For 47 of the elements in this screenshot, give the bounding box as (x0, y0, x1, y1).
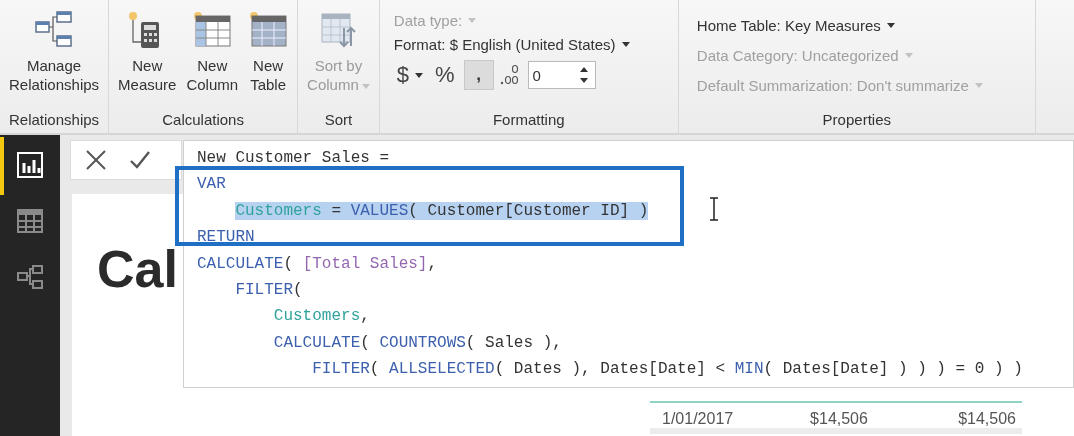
group-label: Sort (323, 111, 354, 130)
comma-button[interactable]: , (463, 60, 494, 90)
code-line: CALCULATE( COUNTROWS( Sales ), (272, 332, 562, 354)
diagram-icon (16, 263, 44, 291)
decimal-places-field[interactable]: 0 (527, 61, 596, 89)
new-column-icon (192, 10, 233, 50)
grid-icon (16, 207, 44, 235)
caret-icon (886, 23, 895, 28)
cancel-button[interactable] (85, 149, 107, 171)
caret-icon (621, 42, 630, 47)
ribbon-button[interactable]: New Column (183, 6, 242, 111)
relationship-diagram-icon (34, 10, 75, 50)
caret-icon (468, 18, 477, 23)
caret-icon (361, 83, 370, 89)
group-label: Formatting (491, 111, 566, 130)
spinner-arrows-icon[interactable] (578, 66, 589, 84)
checkmark-icon (129, 149, 151, 171)
group-label: Properties (821, 111, 892, 130)
new-table-icon (248, 10, 289, 50)
report-title: Cal (96, 239, 178, 299)
code-line: RETURN (197, 227, 255, 249)
ribbon-button[interactable]: New Measure (115, 6, 180, 111)
percent-button[interactable]: % (432, 62, 458, 88)
group-label: Relationships (8, 111, 101, 130)
group-label: Calculations (161, 111, 245, 130)
code-line: CALCULATE( [Total Sales], (197, 253, 438, 275)
table-cell-text: $14,506 (957, 410, 1016, 428)
ribbon-button[interactable]: Manage Relationships (6, 6, 103, 111)
caret-icon (415, 72, 424, 78)
currency-button[interactable]: $ (393, 62, 427, 88)
format-dropdown[interactable]: Format: $ English (United States) (393, 36, 664, 53)
code-line: Customers, (272, 306, 370, 328)
caret-icon (974, 83, 983, 88)
bar-chart-icon (16, 151, 44, 179)
formula-editor[interactable] (183, 140, 1074, 388)
ribbon-button[interactable]: New Table (245, 6, 292, 111)
close-icon (85, 149, 107, 171)
commit-button[interactable] (129, 149, 151, 171)
text-cursor-icon (708, 197, 720, 221)
property-dropdown[interactable]: Home Table: Key Measures (696, 17, 1019, 34)
code-line: New Customer Sales = (197, 148, 390, 169)
code-line: FILTER( (234, 279, 303, 301)
caret-icon (904, 53, 913, 58)
table-cell-text: 1/01/2017 (662, 410, 735, 428)
code-line: VAR (197, 174, 226, 196)
code-line: FILTER( ALLSELECTED( Dates ), Dates[Date] < MIN( Dates[Date] ) ) ) = 0 ) ) (311, 359, 1023, 381)
table-cell-text: $14,506 (809, 410, 869, 428)
